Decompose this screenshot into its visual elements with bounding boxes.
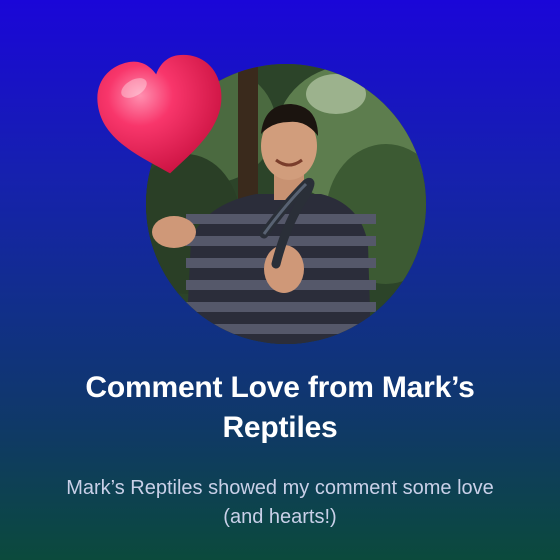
- card-description: Mark’s Reptiles showed my comment some l…: [66, 477, 494, 528]
- heart-icon: [97, 54, 222, 174]
- page-title: Comment Love from Mark’s Reptiles: [85, 371, 475, 444]
- comment-love-card: Comment Love from Mark’s Reptiles Mark’s…: [0, 0, 560, 560]
